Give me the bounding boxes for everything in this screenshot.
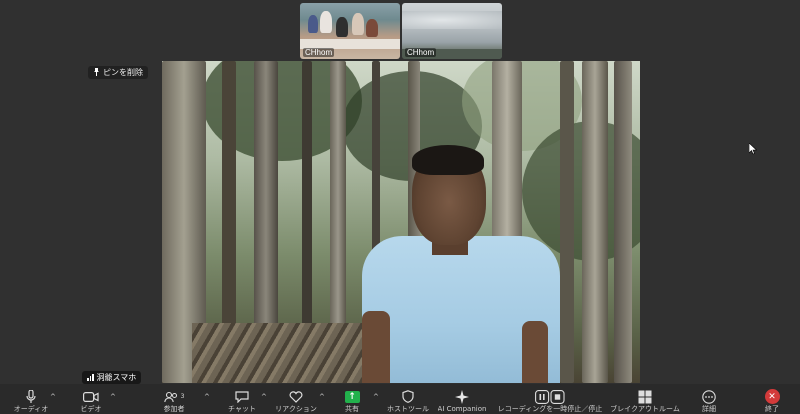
chat-icon — [235, 388, 249, 405]
participant-count: 3 — [180, 393, 185, 400]
video-button[interactable]: ビデオ — [61, 388, 121, 414]
participant-thumbnail[interactable]: CHhom — [402, 3, 502, 59]
more-icon — [702, 388, 716, 405]
breakout-rooms-label: ブレイクアウトルーム — [610, 405, 680, 413]
main-video — [162, 61, 640, 383]
video-camera-icon — [83, 388, 99, 405]
microphone-icon — [26, 388, 36, 405]
breakout-rooms-button[interactable]: ブレイクアウトルーム — [607, 388, 683, 414]
sparkle-icon — [455, 388, 469, 405]
chat-label: チャット — [228, 405, 256, 413]
thumbnail-name: CHhom — [405, 48, 437, 57]
participants-label: 参加者 — [163, 405, 185, 413]
audio-options-caret[interactable]: ^ — [50, 393, 56, 401]
thumbnail-strip: CHhom CHhom — [300, 3, 502, 59]
participants-icon: 3 — [163, 388, 185, 405]
end-meeting-button[interactable]: ✕ 終了 — [742, 388, 800, 414]
share-button[interactable]: ↑ 共有 — [322, 388, 382, 414]
zoom-meeting-window: CHhom CHhom ピンを削除 洞爺スマホ オーディオ ^ ビデオ ^ 3 … — [0, 0, 800, 414]
participants-options-caret[interactable]: ^ — [204, 393, 210, 401]
recording-button[interactable]: レコーディングを一時停止／停止 — [497, 388, 603, 414]
audio-label: オーディオ — [13, 405, 49, 413]
unpin-label: ピンを削除 — [103, 68, 143, 77]
participant-thumbnail[interactable]: CHhom — [300, 3, 400, 59]
chat-button[interactable]: チャット — [212, 388, 272, 414]
reactions-button[interactable]: リアクション — [266, 388, 326, 414]
audio-button[interactable]: オーディオ — [1, 388, 61, 414]
more-button[interactable]: 詳細 — [679, 388, 739, 414]
thumbnail-name: CHhom — [303, 48, 335, 57]
pause-stop-icon — [535, 388, 565, 405]
ai-companion-label: AI Companion — [437, 405, 487, 413]
close-icon: ✕ — [764, 388, 780, 405]
unpin-button[interactable]: ピンを削除 — [88, 66, 148, 79]
mouse-cursor-icon — [748, 140, 758, 159]
meeting-toolbar: オーディオ ^ ビデオ ^ 3 参加者 ^ チャット ^ リアクション ^ ↑ … — [0, 384, 800, 414]
host-tools-label: ホストツール — [387, 405, 429, 413]
video-options-caret[interactable]: ^ — [110, 393, 116, 401]
grid-icon — [638, 388, 652, 405]
participant-name-badge: 洞爺スマホ — [82, 371, 142, 384]
more-label: 詳細 — [702, 405, 716, 413]
recording-label: レコーディングを一時停止／停止 — [497, 405, 603, 413]
video-label: ビデオ — [80, 405, 102, 413]
ai-companion-button[interactable]: AI Companion — [432, 388, 492, 414]
shield-icon — [402, 388, 414, 405]
end-label: 終了 — [765, 405, 779, 413]
heart-icon — [289, 388, 303, 405]
signal-bars-icon — [87, 374, 94, 381]
reactions-label: リアクション — [275, 405, 317, 413]
host-tools-button[interactable]: ホストツール — [378, 388, 438, 414]
participants-button[interactable]: 3 参加者 — [144, 388, 204, 414]
share-label: 共有 — [345, 405, 359, 413]
share-arrow-icon: ↑ — [344, 388, 360, 405]
pin-icon — [93, 67, 100, 78]
participant-name: 洞爺スマホ — [96, 373, 137, 382]
